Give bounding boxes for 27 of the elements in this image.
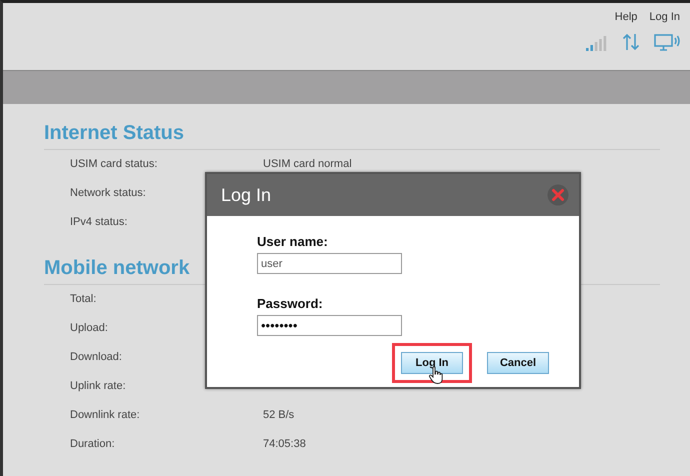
status-label: IPv4 status:	[70, 216, 128, 228]
field-label: Password:	[257, 296, 324, 311]
status-value: 74:05:38	[263, 438, 306, 450]
status-label: USIM card status:	[70, 158, 158, 170]
password-field[interactable]: ••••••••	[257, 315, 402, 336]
status-label: Downlink rate:	[70, 409, 140, 421]
status-label: Duration:	[70, 438, 115, 450]
monitor-icon	[654, 33, 680, 51]
section-heading: Internet Status	[44, 122, 184, 145]
username-field[interactable]: user	[257, 253, 402, 274]
header-link[interactable]: Help	[614, 11, 638, 23]
section-heading: Mobile network	[44, 257, 190, 280]
status-label: Upload:	[70, 322, 108, 334]
signal-icon	[586, 36, 608, 51]
transfer-arrows-icon	[622, 33, 640, 51]
close-icon[interactable]	[547, 184, 569, 206]
status-value: 52 B/s	[263, 409, 294, 421]
header-link[interactable]: Log In	[649, 11, 680, 23]
status-value: USIM card normal	[263, 158, 352, 170]
status-label: Total:	[70, 293, 96, 305]
login-button[interactable]: Log In	[401, 352, 463, 374]
status-label: Download:	[70, 351, 122, 363]
status-label: Uplink rate:	[70, 380, 126, 392]
dialog-title: Log In	[221, 184, 272, 206]
cancel-button[interactable]: Cancel	[487, 352, 549, 374]
status-label: Network status:	[70, 187, 146, 199]
field-label: User name:	[257, 234, 329, 249]
